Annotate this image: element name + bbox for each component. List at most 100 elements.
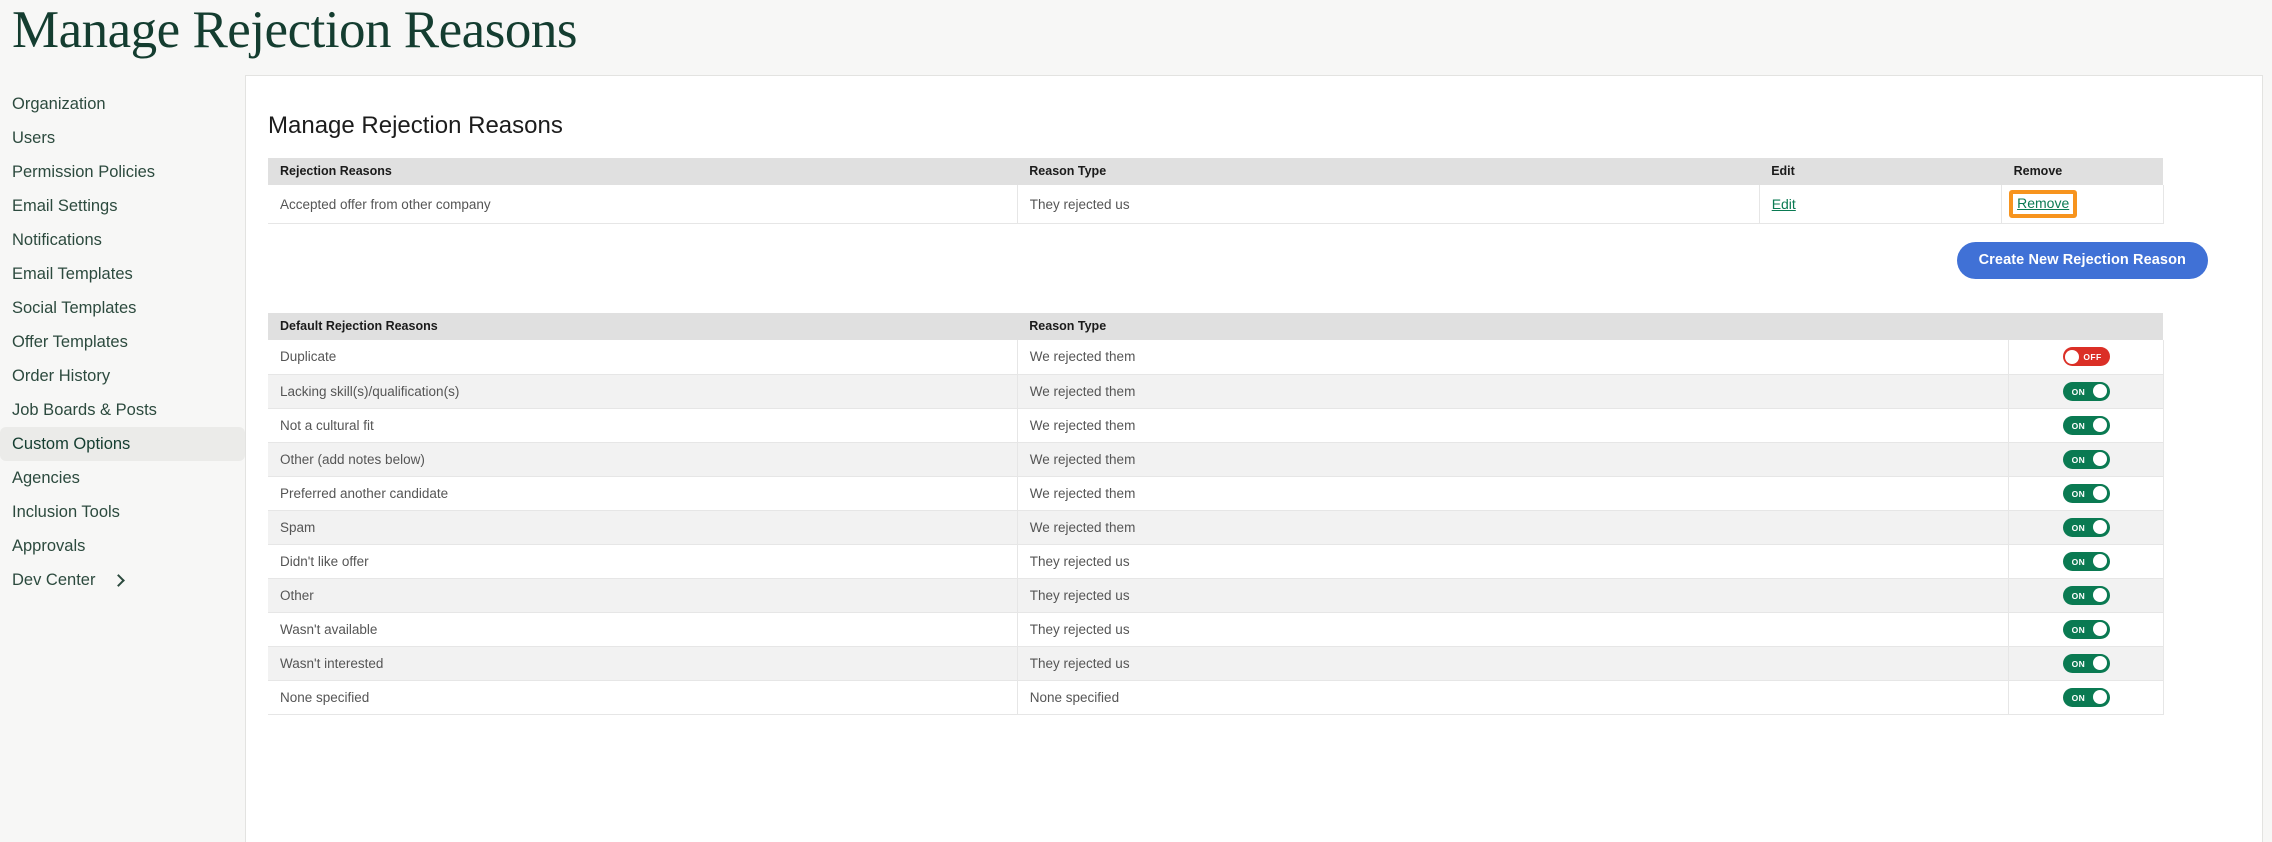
cell-toggle: ON — [2008, 680, 2164, 715]
toggle-knob — [2093, 452, 2108, 466]
sidebar-item-email-templates[interactable]: Email Templates — [0, 257, 245, 291]
cell-remove: Remove — [2001, 185, 2164, 224]
table-row: Spam We rejected them ON — [268, 510, 2222, 545]
cell-default-reason-type: None specified — [1017, 680, 2010, 715]
sidebar-item-custom-options[interactable]: Custom Options — [0, 427, 245, 461]
create-button-row: Create New Rejection Reason — [268, 224, 2222, 279]
cell-default-reason: Wasn't interested — [268, 646, 1018, 681]
sidebar-item-offer-templates[interactable]: Offer Templates — [0, 325, 245, 359]
sidebar-item-permission-policies[interactable]: Permission Policies — [0, 155, 245, 189]
toggle-switch[interactable]: OFF — [2062, 347, 2110, 367]
sidebar-item-label: Inclusion Tools — [12, 503, 120, 521]
cell-default-reason-type: They rejected us — [1017, 646, 2010, 681]
sidebar-item-label: Users — [12, 129, 56, 147]
toggle-state-label: ON — [2071, 454, 2086, 465]
card-heading: Manage Rejection Reasons — [268, 112, 563, 139]
sidebar-item-order-history[interactable]: Order History — [0, 359, 245, 393]
toggle-knob — [2093, 554, 2108, 568]
cell-default-reason: Lacking skill(s)/qualification(s) — [268, 374, 1018, 409]
header-rejection-reasons: Rejection Reasons — [268, 158, 1018, 185]
toggle-knob — [2093, 486, 2108, 500]
cell-default-reason-type: We rejected them — [1017, 442, 2010, 477]
sidebar-item-approvals[interactable]: Approvals — [0, 529, 245, 563]
sidebar-item-label: Agencies — [12, 469, 80, 487]
custom-rejection-reasons-table: Rejection Reasons Reason Type Edit Remov… — [268, 158, 2222, 224]
edit-link[interactable]: Edit — [1772, 196, 1796, 212]
cell-default-reason: Other (add notes below) — [268, 442, 1018, 477]
cell-default-reason: Preferred another candidate — [268, 476, 1018, 511]
sidebar-item-email-settings[interactable]: Email Settings — [0, 189, 245, 223]
cell-default-reason-type: They rejected us — [1017, 578, 2010, 613]
sidebar-item-label: Dev Center — [12, 571, 96, 589]
header-default-rejection-reasons: Default Rejection Reasons — [268, 313, 1018, 340]
toggle-state-label: ON — [2071, 488, 2086, 499]
cell-default-reason-type: They rejected us — [1017, 544, 2010, 579]
sidebar-item-inclusion-tools[interactable]: Inclusion Tools — [0, 495, 245, 529]
remove-link-highlight: Remove — [2009, 190, 2078, 218]
header-default-reason-type: Reason Type — [1017, 313, 2009, 340]
main-content: Manage Rejection Reasons Rejection Reaso… — [245, 75, 2272, 842]
toggle-knob — [2093, 520, 2108, 534]
toggle-switch[interactable]: ON — [2062, 517, 2110, 537]
sidebar-item-users[interactable]: Users — [0, 121, 245, 155]
toggle-switch[interactable]: ON — [2062, 585, 2110, 605]
toggle-switch[interactable]: ON — [2062, 415, 2110, 435]
cell-spacer — [2163, 442, 2222, 476]
toggle-switch[interactable]: ON — [2062, 653, 2110, 673]
sidebar-item-job-boards-posts[interactable]: Job Boards & Posts — [0, 393, 245, 427]
create-new-rejection-reason-button[interactable]: Create New Rejection Reason — [1956, 242, 2208, 279]
toggle-switch[interactable]: ON — [2062, 449, 2110, 469]
toggle-switch[interactable]: ON — [2062, 619, 2110, 639]
toggle-switch[interactable]: ON — [2062, 483, 2110, 503]
sidebar-nav-list: Organization Users Permission Policies Emai… — [0, 87, 245, 597]
toggle-knob — [2093, 384, 2108, 398]
sidebar-item-agencies[interactable]: Agencies — [0, 461, 245, 495]
table-row: Other They rejected us ON — [268, 578, 2222, 613]
cell-spacer — [2163, 646, 2222, 680]
cell-default-reason-type: We rejected them — [1017, 510, 2010, 545]
table-row: Lacking skill(s)/qualification(s) We reje… — [268, 374, 2222, 409]
cell-toggle: OFF — [2008, 340, 2164, 375]
toggle-state-label: ON — [2071, 590, 2086, 601]
toggle-state-label: OFF — [2083, 352, 2102, 363]
toggle-state-label: ON — [2071, 420, 2086, 431]
sidebar: Organization Users Permission Policies Emai… — [0, 75, 245, 597]
sidebar-item-social-templates[interactable]: Social Templates — [0, 291, 245, 325]
toggle-switch[interactable]: ON — [2062, 381, 2110, 401]
sidebar-item-label: Email Settings — [12, 197, 118, 215]
cell-default-reason: None specified — [268, 680, 1018, 715]
sidebar-item-label: Social Templates — [12, 299, 137, 317]
toggle-state-label: ON — [2071, 692, 2086, 703]
cell-spacer — [2163, 510, 2222, 544]
toggle-state-label: ON — [2071, 624, 2086, 635]
toggle-knob — [2093, 588, 2108, 602]
sidebar-item-dev-center[interactable]: Dev Center — [0, 563, 245, 597]
toggle-state-label: ON — [2071, 522, 2086, 533]
sidebar-item-organization[interactable]: Organization — [0, 87, 245, 121]
default-rejection-reasons-table: Default Rejection Reasons Reason Type Du… — [268, 313, 2222, 715]
manage-rejection-reasons-card: Manage Rejection Reasons Rejection Reaso… — [245, 75, 2263, 842]
cell-toggle: ON — [2008, 374, 2164, 409]
cell-spacer — [2163, 578, 2222, 612]
default-table-header-row: Default Rejection Reasons Reason Type — [268, 313, 2222, 340]
cell-spacer — [2163, 612, 2222, 646]
default-table-body: Duplicate We rejected them OFF Lacking skil… — [268, 340, 2222, 715]
toggle-knob — [2093, 690, 2108, 704]
toggle-knob — [2093, 622, 2108, 636]
toggle-state-label: ON — [2071, 556, 2086, 567]
cell-toggle: ON — [2008, 408, 2164, 443]
remove-link[interactable]: Remove — [2017, 195, 2069, 211]
table-row: Wasn't interested They rejected us ON — [268, 646, 2222, 681]
sidebar-item-label: Notifications — [12, 231, 102, 249]
toggle-state-label: ON — [2071, 386, 2086, 397]
toggle-switch[interactable]: ON — [2062, 551, 2110, 571]
sidebar-item-notifications[interactable]: Notifications — [0, 223, 245, 257]
table-row: Accepted offer from other company They re… — [268, 185, 2222, 224]
cell-toggle: ON — [2008, 442, 2164, 477]
sidebar-item-label: Offer Templates — [12, 333, 128, 351]
custom-table-head: Rejection Reasons Reason Type Edit Remov… — [268, 158, 2222, 185]
toggle-knob — [2093, 418, 2108, 432]
toggle-knob — [2065, 349, 2080, 364]
toggle-switch[interactable]: ON — [2062, 687, 2110, 707]
page-shell: Organization Users Permission Policies Emai… — [0, 75, 2272, 842]
